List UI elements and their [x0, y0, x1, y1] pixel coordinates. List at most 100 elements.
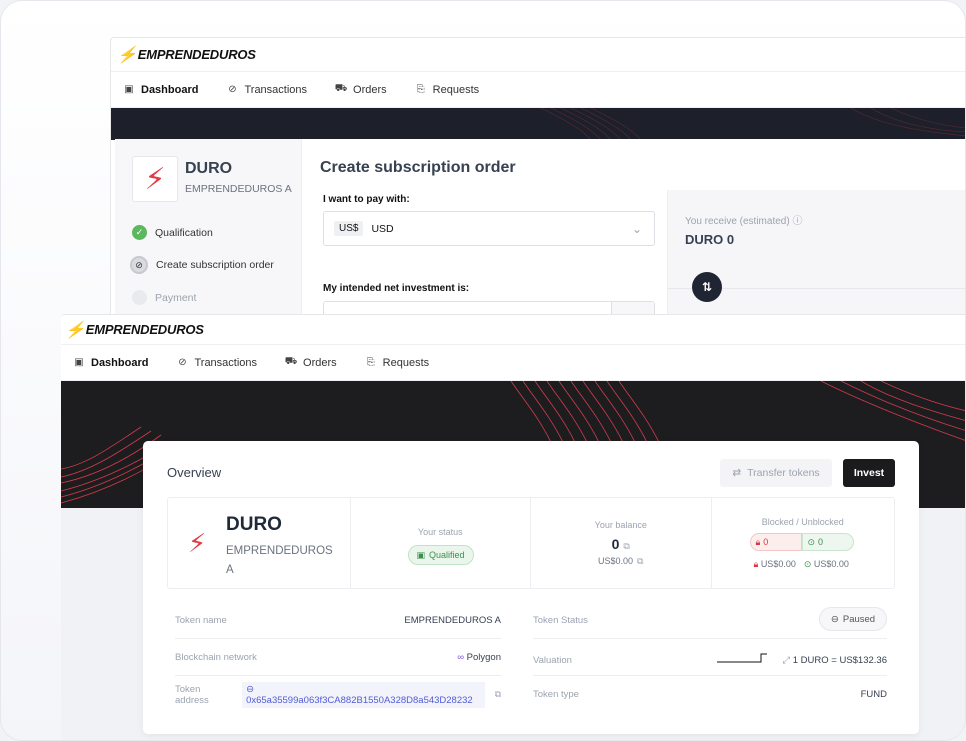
- balance-usd-row: US$0.00 ⧉: [531, 556, 711, 567]
- nav-item-orders[interactable]: ⛟ Orders: [284, 356, 337, 369]
- detail-label: Token Status: [533, 614, 588, 626]
- transfer-tokens-button[interactable]: ⇄ Transfer tokens: [720, 459, 832, 487]
- subscription-card: ⚡ DURO EMPRENDEDUROS A ✓ Qualification ⊘…: [115, 139, 965, 327]
- nav-item-transactions[interactable]: ⊘ Transactions: [176, 357, 257, 369]
- status-badge: ▣ Qualified: [407, 545, 474, 565]
- detail-value: ⤢ 1 DURO = US$132.36: [782, 655, 887, 666]
- requests-icon: ⎘: [416, 84, 425, 95]
- investment-label: My intended net investment is:: [323, 283, 470, 294]
- transfer-label: Transfer tokens: [747, 467, 820, 479]
- blocked-usd: 🔒︎ US$0.00: [754, 559, 796, 570]
- step-payment[interactable]: Payment: [132, 290, 196, 305]
- unblocked-value: 0: [818, 537, 824, 547]
- main-nav: ▣ Dashboard ⊘ Transactions ⛟ Orders ⎘ Re…: [111, 72, 965, 108]
- nav-item-dashboard[interactable]: ▣ Dashboard: [73, 357, 148, 369]
- status-stat: Your status ▣ Qualified: [351, 498, 531, 588]
- dashboard-icon: ▣: [74, 357, 84, 368]
- top-bar: ⚡ EMPRENDEDUROS: [61, 315, 965, 345]
- dashboard-icon: ▣: [124, 84, 134, 95]
- detail-label: Token type: [533, 689, 579, 700]
- nav-label: Dashboard: [141, 83, 199, 96]
- blocked-usd-value: US$0.00: [760, 559, 796, 569]
- expand-icon[interactable]: ⤢: [782, 655, 790, 666]
- brand-logo-text: EMPRENDEDUROS: [137, 47, 256, 62]
- detail-label: Token name: [175, 614, 227, 626]
- step-label: Payment: [155, 291, 197, 304]
- blocked-badge: 🔒︎ 0: [749, 533, 802, 551]
- nav-item-requests[interactable]: ⎘ Requests: [365, 357, 429, 369]
- step-label: Qualification: [155, 226, 213, 239]
- nav-label: Orders: [353, 83, 387, 96]
- balance-stat: Your balance 0 ⧉ US$0.00 ⧉: [531, 498, 712, 588]
- brand-logo[interactable]: ⚡ EMPRENDEDUROS: [65, 320, 204, 340]
- invest-button[interactable]: Invest: [843, 459, 895, 487]
- swap-icon[interactable]: ⇅: [692, 272, 722, 302]
- overview-window: ⚡ EMPRENDEDUROS ▣ Dashboard ⊘ Transactio…: [61, 314, 965, 740]
- status-label: Your status: [417, 527, 463, 537]
- copy-icon[interactable]: ⧉: [495, 689, 501, 700]
- detail-value: ∞ Polygon: [457, 652, 501, 663]
- app-frame: ⚡ EMPRENDEDUROS ▣ Dashboard ⊘ Transactio…: [0, 0, 966, 741]
- bolt-icon: ⚡: [144, 162, 166, 196]
- detail-label: Token address: [175, 683, 209, 706]
- cart-icon: ⛟: [334, 83, 348, 94]
- bolt-icon: ⚡: [188, 528, 207, 558]
- transactions-icon: ⊘: [178, 357, 187, 368]
- pending-icon: [132, 290, 147, 305]
- nav-item-dashboard[interactable]: ▣ Dashboard: [123, 84, 198, 96]
- transactions-icon: ⊘: [130, 256, 148, 274]
- wave-pattern: [540, 108, 965, 140]
- steps-sidebar: ⚡ DURO EMPRENDEDUROS A ✓ Qualification ⊘…: [115, 139, 302, 327]
- detail-value: FUND: [860, 689, 887, 700]
- receive-label-text: You receive (estimated): [685, 216, 790, 227]
- step-qualification[interactable]: ✓ Qualification: [132, 225, 213, 240]
- nav-item-transactions[interactable]: ⊘ Transactions: [226, 84, 307, 96]
- nav-label: Dashboard: [91, 356, 149, 369]
- main-nav: ▣ Dashboard ⊘ Transactions ⛟ Orders ⎘ Re…: [61, 345, 965, 381]
- valuation-value: 1 DURO = US$132.36: [792, 654, 887, 666]
- network-value: Polygon: [466, 651, 501, 663]
- nav-label: Transactions: [194, 356, 258, 369]
- balance-value-row: 0 ⧉: [531, 536, 711, 552]
- nav-label: Requests: [382, 356, 430, 369]
- brand-logo[interactable]: ⚡ EMPRENDEDUROS: [117, 45, 256, 65]
- detail-value: EMPRENDEDUROS A: [404, 614, 501, 626]
- info-icon[interactable]: ⓘ: [792, 216, 802, 227]
- copy-icon[interactable]: ⧉: [623, 541, 629, 551]
- blocked-unblocked-bar: 🔒︎ 0 ⊙ 0: [749, 533, 854, 551]
- bolt-icon: ⚡: [65, 321, 85, 339]
- polygon-icon: ∞: [457, 651, 465, 663]
- blocked-value: 0: [763, 537, 769, 547]
- detail-label: Blockchain network: [175, 651, 257, 663]
- brand-logo-text: EMPRENDEDUROS: [85, 322, 204, 337]
- token-status-value: Paused: [842, 613, 876, 625]
- unblocked-badge: ⊙ 0: [801, 533, 854, 551]
- unblocked-usd: ⊙ US$0.00: [804, 559, 849, 570]
- step-label: Create subscription order: [156, 259, 274, 271]
- order-title: Create subscription order: [320, 159, 516, 176]
- pay-with-label: I want to pay with:: [323, 194, 410, 205]
- lock-icon: 🔒︎: [753, 559, 759, 569]
- nav-item-requests[interactable]: ⎘ Requests: [415, 84, 479, 96]
- currency-select[interactable]: US$ USD ⌄: [323, 211, 655, 246]
- lock-icon: 🔒︎: [755, 536, 761, 547]
- detail-row-token-type: Token type FUND: [533, 676, 887, 713]
- qualified-icon: ▣: [416, 549, 425, 560]
- copy-icon[interactable]: ⧉: [637, 556, 643, 566]
- overview-title: Overview: [167, 465, 222, 480]
- address-value: 0x65a35599a063f3CA882B1550A328D8a543D282…: [246, 694, 473, 706]
- nav-item-orders[interactable]: ⛟ Orders: [334, 83, 387, 96]
- check-circle-icon: ⊙: [803, 559, 812, 569]
- token-address-link[interactable]: ⊖ 0x65a35599a063f3CA882B1550A328D8a543D2…: [242, 681, 485, 708]
- transfer-icon: ⇄: [732, 467, 742, 479]
- token-subtitle: EMPRENDEDUROS A: [185, 183, 292, 195]
- detail-row-network: Blockchain network ∞ Polygon: [175, 639, 501, 676]
- receive-panel: You receive (estimated) ⓘ DURO 0 ⇅: [667, 190, 965, 327]
- detail-row-token-status: Token Status ⊖ Paused: [533, 602, 887, 639]
- cart-icon: ⛟: [284, 356, 298, 367]
- token-subtitle: EMPRENDEDUROS A: [226, 545, 333, 576]
- step-create-order[interactable]: ⊘ Create subscription order: [130, 256, 274, 274]
- token-logo: ⚡: [132, 156, 178, 202]
- currency-code: US$: [334, 221, 364, 236]
- balance-usd: US$0.00: [598, 556, 634, 566]
